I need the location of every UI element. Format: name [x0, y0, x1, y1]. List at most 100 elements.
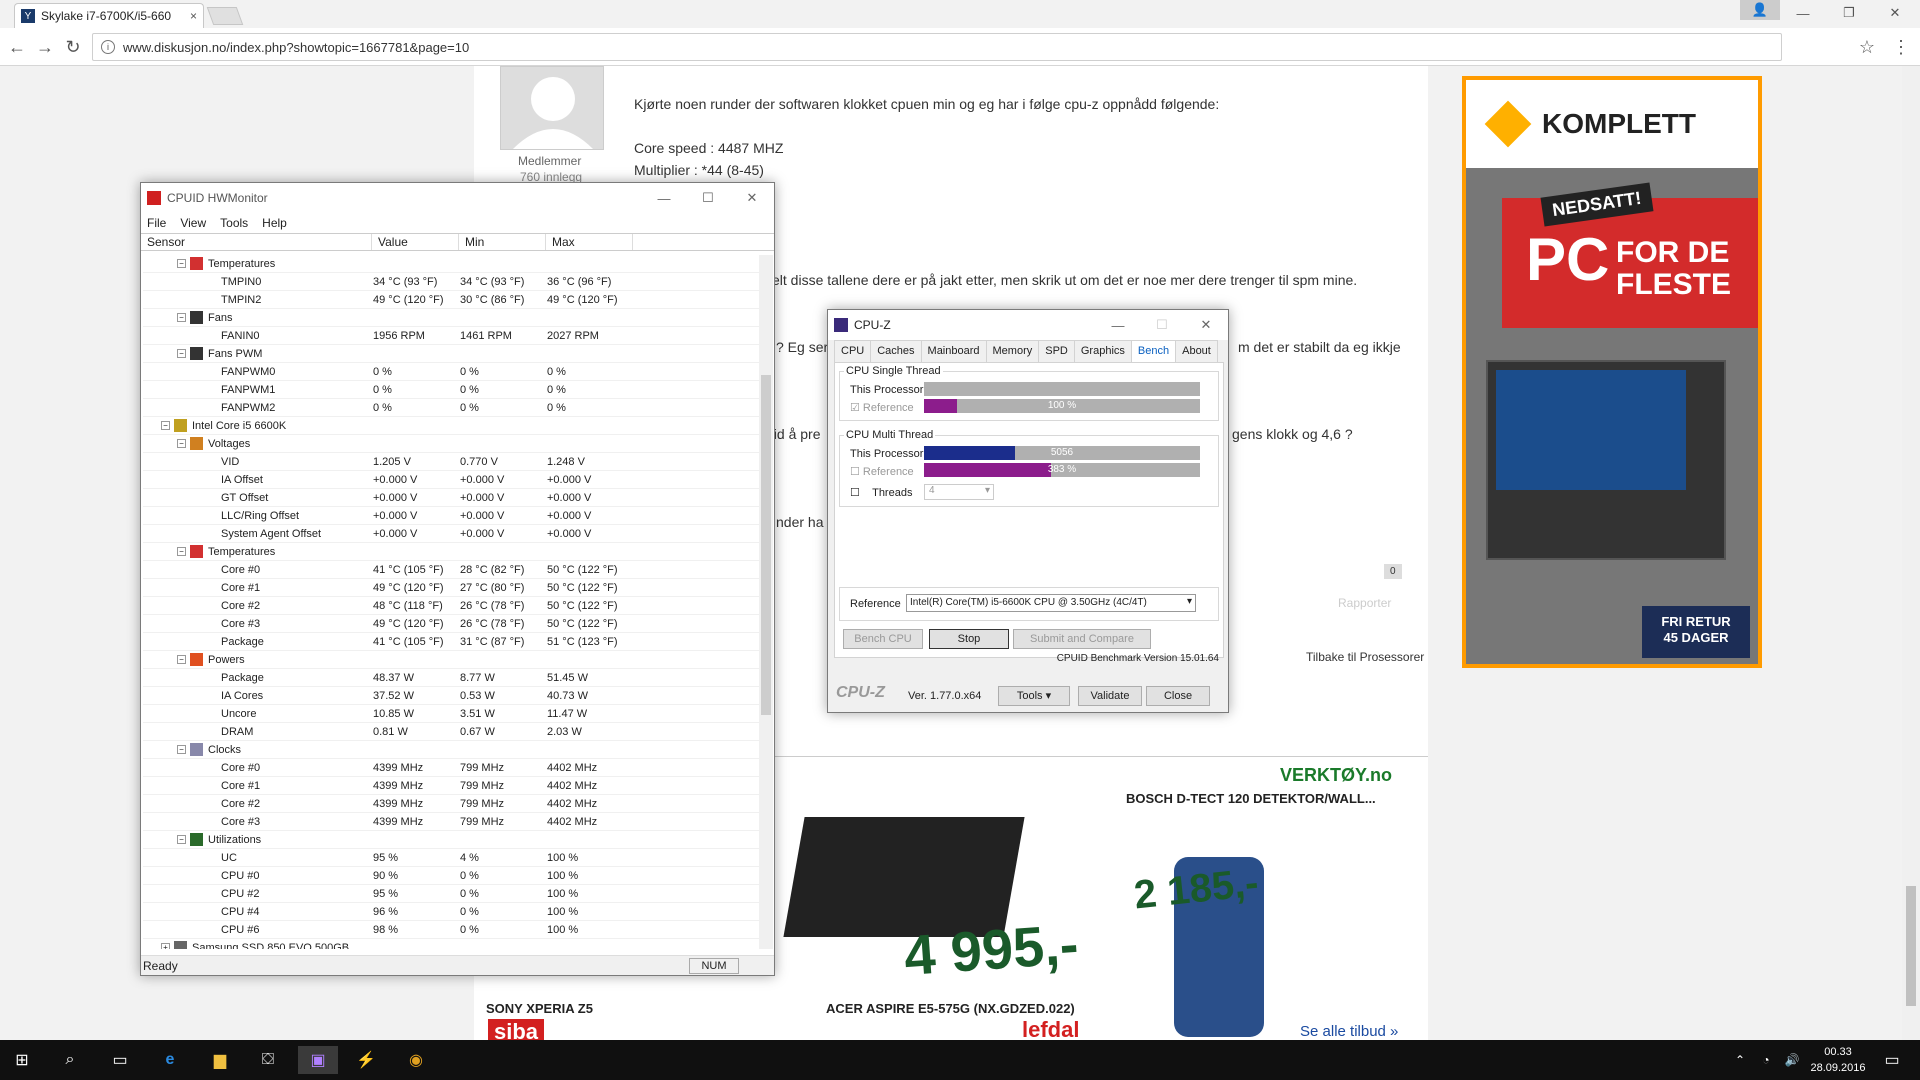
validate-button[interactable]: Validate [1078, 686, 1142, 706]
close-window-icon[interactable]: ✕ [1872, 0, 1918, 26]
tab-bench[interactable]: Bench [1130, 340, 1177, 362]
sensor-row[interactable]: − Fans PWM [143, 345, 761, 363]
sensor-row[interactable]: CPU #0 90 % 0 % 100 % [143, 867, 761, 885]
maximize-icon[interactable]: ☐ [686, 190, 730, 206]
tree-scrollbar[interactable] [759, 255, 773, 949]
close-button[interactable]: Close [1146, 686, 1210, 706]
tab-mainboard[interactable]: Mainboard [920, 340, 987, 362]
sensor-row[interactable]: Core #3 49 °C (120 °F) 26 °C (78 °F) 50 °C … [143, 615, 761, 633]
minimize-icon[interactable]: — [642, 191, 686, 206]
expand-toggle-icon[interactable]: − [177, 745, 186, 754]
expand-toggle-icon[interactable]: − [177, 313, 186, 322]
menu-help[interactable]: Help [262, 216, 287, 230]
sensor-row[interactable]: UC 95 % 4 % 100 % [143, 849, 761, 867]
sensor-row[interactable]: FANPWM1 0 % 0 % 0 % [143, 381, 761, 399]
col-sensor[interactable]: Sensor [141, 234, 372, 250]
sensor-row[interactable]: Core #2 48 °C (118 °F) 26 °C (78 °F) 50 °C … [143, 597, 761, 615]
reference-checkbox[interactable]: ☐ Reference [850, 465, 914, 478]
hwmonitor-titlebar[interactable]: CPUID HWMonitor — ☐ ✕ [141, 183, 774, 213]
sensor-row[interactable]: − Utilizations [143, 831, 761, 849]
tree-scrollbar-thumb[interactable] [761, 375, 771, 715]
forward-icon[interactable]: → [34, 36, 56, 58]
sensor-row[interactable]: + Samsung SSD 850 EVO 500GB [143, 939, 761, 949]
sensor-row[interactable]: Package 41 °C (105 °F) 31 °C (87 °F) 51 °C … [143, 633, 761, 651]
komplett-ad[interactable]: KOMPLETT NEDSATT! PC FOR DE FLESTE FRI R… [1462, 76, 1762, 668]
expand-toggle-icon[interactable]: − [177, 259, 186, 268]
sensor-row[interactable]: FANPWM0 0 % 0 % 0 % [143, 363, 761, 381]
back-link[interactable]: Tilbake til Prosessorer [1306, 650, 1424, 664]
expand-toggle-icon[interactable]: − [177, 547, 186, 556]
file-explorer-icon[interactable]: ▆ [206, 1046, 234, 1074]
tab-spd[interactable]: SPD [1038, 340, 1075, 362]
network-icon[interactable]: ◔ [1752, 1046, 1780, 1074]
sensor-row[interactable]: Core #3 4399 MHz 799 MHz 4402 MHz [143, 813, 761, 831]
tab-cpu[interactable]: CPU [834, 340, 872, 362]
sensor-row[interactable]: TMPIN2 49 °C (120 °F) 30 °C (86 °F) 49 °C (… [143, 291, 761, 309]
tab-memory[interactable]: Memory [985, 340, 1040, 362]
sensor-row[interactable]: Core #0 4399 MHz 799 MHz 4402 MHz [143, 759, 761, 777]
sensor-row[interactable]: Core #1 4399 MHz 799 MHz 4402 MHz [143, 777, 761, 795]
cpuz-titlebar[interactable]: CPU-Z — ☐ ✕ [828, 310, 1228, 340]
tab-caches[interactable]: Caches [870, 340, 922, 362]
info-icon[interactable]: i [101, 40, 115, 54]
address-bar[interactable]: i www.diskusjon.no/index.php?showtopic=1… [92, 33, 1782, 61]
minimize-icon[interactable]: — [1096, 318, 1140, 333]
sensor-row[interactable]: FANPWM2 0 % 0 % 0 % [143, 399, 761, 417]
sensor-row[interactable]: − Temperatures [143, 543, 761, 561]
sensor-row[interactable]: CPU #6 98 % 0 % 100 % [143, 921, 761, 939]
store-icon[interactable]: ⛋ [254, 1046, 282, 1074]
close-icon[interactable]: ✕ [730, 190, 774, 206]
expand-toggle-icon[interactable]: − [177, 349, 186, 358]
close-icon[interactable]: ✕ [1184, 317, 1228, 333]
see-all-link[interactable]: Se alle tilbud » [1300, 1023, 1398, 1040]
col-max[interactable]: Max [546, 234, 633, 250]
expand-toggle-icon[interactable]: − [177, 835, 186, 844]
sensor-row[interactable]: TMPIN0 34 °C (93 °F) 34 °C (93 °F) 36 °C (9… [143, 273, 761, 291]
expand-toggle-icon[interactable]: + [161, 943, 170, 949]
sensor-row[interactable]: − Intel Core i5 6600K [143, 417, 761, 435]
tab-graphics[interactable]: Graphics [1073, 340, 1132, 362]
reference-select[interactable]: Intel(R) Core(TM) i5-6600K CPU @ 3.50GHz… [906, 594, 1196, 612]
restore-icon[interactable]: ❐ [1826, 0, 1872, 26]
col-value[interactable]: Value [372, 234, 459, 250]
menu-tools[interactable]: Tools [220, 216, 248, 230]
chrome-menu-icon[interactable]: ⋮ [1890, 36, 1912, 58]
cpuz-taskbar-icon[interactable]: ▣ [298, 1046, 338, 1074]
clock[interactable]: 00.33 28.09.2016 [1808, 1044, 1868, 1076]
page-scrollbar-thumb[interactable] [1906, 886, 1916, 1006]
menu-file[interactable]: File [147, 216, 166, 230]
minimize-icon[interactable]: — [1780, 0, 1826, 26]
search-icon[interactable]: ⌕ [56, 1046, 84, 1074]
sensor-row[interactable]: DRAM 0.81 W 0.67 W 2.03 W [143, 723, 761, 741]
sensor-row[interactable]: − Clocks [143, 741, 761, 759]
sensor-row[interactable]: GT Offset +0.000 V +0.000 V +0.000 V [143, 489, 761, 507]
chevron-up-icon[interactable]: ⌃ [1726, 1046, 1754, 1074]
edge-icon[interactable]: e [156, 1046, 184, 1074]
notification-icon[interactable]: ▭ [1878, 1046, 1906, 1074]
new-tab-button[interactable] [206, 7, 244, 25]
sensor-row[interactable]: CPU #4 96 % 0 % 100 % [143, 903, 761, 921]
menu-view[interactable]: View [180, 216, 206, 230]
page-scrollbar[interactable] [1902, 66, 1920, 1040]
task-view-icon[interactable]: ▭ [106, 1046, 134, 1074]
sensor-row[interactable]: IA Cores 37.52 W 0.53 W 40.73 W [143, 687, 761, 705]
threads-checkbox[interactable]: ☐ Threads [850, 486, 912, 499]
expand-toggle-icon[interactable]: − [177, 439, 186, 448]
back-icon[interactable]: ← [6, 36, 28, 58]
like-count[interactable]: 0 [1384, 564, 1402, 579]
tab-close-icon[interactable]: × [190, 9, 197, 23]
hwmonitor-taskbar-icon[interactable]: ⚡ [352, 1046, 380, 1074]
expand-toggle-icon[interactable]: − [161, 421, 170, 430]
expand-toggle-icon[interactable]: − [177, 655, 186, 664]
sensor-row[interactable]: Core #0 41 °C (105 °F) 28 °C (82 °F) 50 °C … [143, 561, 761, 579]
sensor-row[interactable]: − Temperatures [143, 255, 761, 273]
tab-about[interactable]: About [1175, 340, 1218, 362]
sensor-row[interactable]: CPU #2 95 % 0 % 100 % [143, 885, 761, 903]
sensor-row[interactable]: FANIN0 1956 RPM 1461 RPM 2027 RPM [143, 327, 761, 345]
stop-button[interactable]: Stop [929, 629, 1009, 649]
tools-button[interactable]: Tools ▾ [998, 686, 1070, 706]
sensor-row[interactable]: Core #2 4399 MHz 799 MHz 4402 MHz [143, 795, 761, 813]
sensor-row[interactable]: − Voltages [143, 435, 761, 453]
sensor-row[interactable]: System Agent Offset +0.000 V +0.000 V +0.00… [143, 525, 761, 543]
volume-icon[interactable]: 🔊 [1778, 1046, 1806, 1074]
